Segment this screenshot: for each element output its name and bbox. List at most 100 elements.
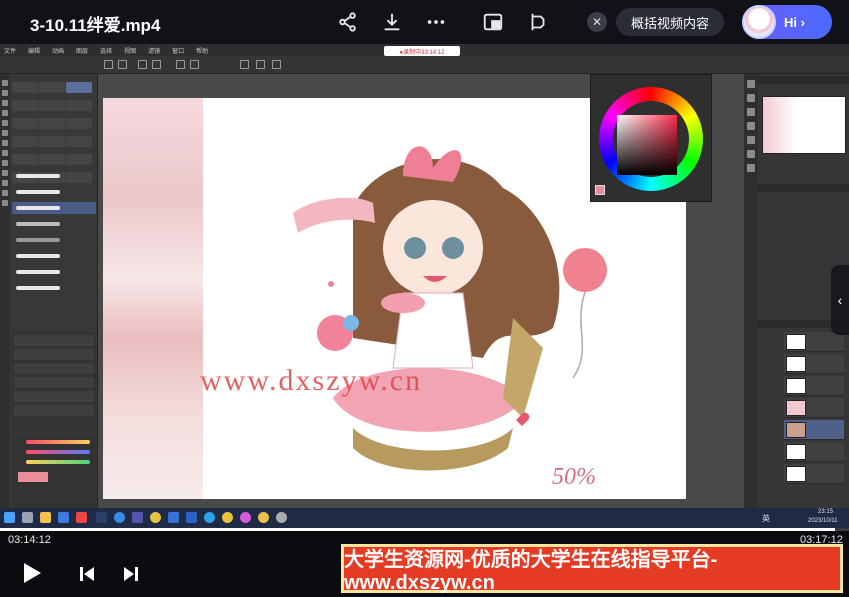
progress-bar[interactable]	[0, 528, 849, 531]
video-title: 3-10.11绊爱.mp4	[30, 16, 161, 35]
navigator-thumbnail	[762, 96, 846, 154]
layer-row	[784, 354, 844, 374]
toolbar-icon	[138, 60, 147, 69]
menu-item: 编辑	[28, 48, 41, 55]
subtool-cell	[12, 136, 38, 147]
panel-icon	[747, 136, 755, 144]
subtool-cell	[39, 154, 65, 165]
panel-icon	[747, 108, 755, 116]
ai-assistant-button[interactable]: Hi ›	[742, 5, 832, 39]
menu-item: 图层	[76, 48, 89, 55]
brush-preset	[12, 202, 96, 214]
subtool-cell	[66, 118, 92, 129]
panel-icon	[747, 94, 755, 102]
layer-row	[784, 464, 844, 484]
brush-preset	[12, 282, 96, 294]
video-player-window: 3-10.11绊爱.mp4 ✕ 概括视频内容 Hi › 文件 编辑 动画 图层	[0, 0, 849, 597]
taskbar-date: 2023/10/11	[808, 518, 838, 524]
panel-icon	[747, 80, 755, 88]
picture-in-picture-icon[interactable]	[481, 10, 505, 34]
tool-icon	[2, 150, 8, 156]
tool-icon	[2, 200, 8, 206]
property-row	[14, 349, 94, 360]
color-slider	[26, 440, 90, 444]
promo-banner[interactable]: 大学生资源网-优质的大学生在线指导平台-www.dxszyw.cn	[341, 544, 843, 594]
share-icon[interactable]	[336, 10, 360, 34]
menu-item: 帮助	[196, 48, 209, 55]
color-slider-panel	[12, 434, 96, 514]
close-summary-button[interactable]: ✕	[587, 12, 607, 32]
fullscreen-icon[interactable]	[526, 10, 550, 34]
saturation-square	[617, 115, 677, 175]
layer-row	[784, 442, 844, 462]
assistant-avatar	[742, 5, 776, 39]
tool-icon	[2, 80, 8, 86]
app-icon	[186, 512, 197, 523]
property-row	[14, 335, 94, 346]
toolbar-icon	[256, 60, 265, 69]
subtool-cell	[66, 136, 92, 147]
layer-row	[784, 332, 844, 352]
menu-item: 动画	[52, 48, 65, 55]
player-top-bar: 3-10.11绊爱.mp4 ✕ 概括视频内容 Hi ›	[0, 0, 849, 44]
subtool-cell	[66, 154, 92, 165]
property-row	[14, 405, 94, 416]
tool-icon	[2, 190, 8, 196]
collapse-panel-arrow-icon[interactable]: ‹	[831, 265, 849, 335]
ime-indicator: 英	[762, 514, 770, 523]
play-icon[interactable]	[21, 561, 43, 585]
app-icon	[96, 512, 107, 523]
app-icon	[276, 512, 287, 523]
next-icon[interactable]	[122, 565, 140, 583]
tool-icon	[2, 120, 8, 126]
progress-fill	[0, 528, 836, 531]
app-icon	[240, 512, 251, 523]
recording-indicator: ●录制中33:14:12	[384, 46, 460, 56]
tool-icon	[2, 140, 8, 146]
toolbar-icon	[152, 60, 161, 69]
layer-properties-header	[758, 184, 849, 192]
toolbar-icon	[272, 60, 281, 69]
app-icon	[204, 512, 215, 523]
windows-start-icon	[4, 512, 15, 523]
layer-row	[784, 376, 844, 396]
tool-icon	[2, 130, 8, 136]
app-icon	[58, 512, 69, 523]
brush-preset	[12, 250, 96, 262]
navigator-header	[758, 76, 849, 84]
app-icon	[114, 512, 125, 523]
search-icon	[22, 512, 33, 523]
right-icon-strip	[744, 74, 758, 514]
menu-item: 视图	[124, 48, 137, 55]
download-icon[interactable]	[380, 10, 404, 34]
more-icon[interactable]	[424, 10, 448, 34]
video-frame[interactable]: 文件 编辑 动画 图层 选择 视图 滤镜 窗口 帮助 ●录制中33:14:12	[0, 44, 849, 548]
subtool-cell	[66, 100, 92, 111]
previous-icon[interactable]	[78, 565, 96, 583]
subtool-cell	[66, 82, 92, 93]
menu-item: 选择	[100, 48, 113, 55]
layer-row-selected	[784, 420, 844, 440]
tool-property-panel	[12, 332, 96, 432]
brush-preset	[12, 218, 96, 230]
toolbar-icon	[118, 60, 127, 69]
subtool-panel	[10, 74, 98, 514]
subtool-cell	[39, 118, 65, 129]
chrome-icon	[222, 512, 233, 523]
current-time: 03:14:12	[8, 534, 51, 546]
brush-list	[12, 170, 96, 298]
subtool-cell	[39, 82, 65, 93]
panel-icon	[747, 164, 755, 172]
app-icon	[76, 512, 87, 523]
subtool-cell	[12, 118, 38, 129]
summarize-video-button[interactable]: 概括视频内容	[616, 8, 724, 36]
tool-icon	[2, 160, 8, 166]
menu-item: 窗口	[172, 48, 185, 55]
player-controls: 03:14:12 03:17:12 大学生资源网-优质的大学生在线指导平台-ww…	[0, 528, 849, 597]
app-toolbar	[0, 56, 849, 74]
chrome-icon	[150, 512, 161, 523]
property-row	[14, 391, 94, 402]
blurred-reference-image	[103, 98, 203, 499]
layer-row	[784, 398, 844, 418]
color-slider	[26, 460, 90, 464]
